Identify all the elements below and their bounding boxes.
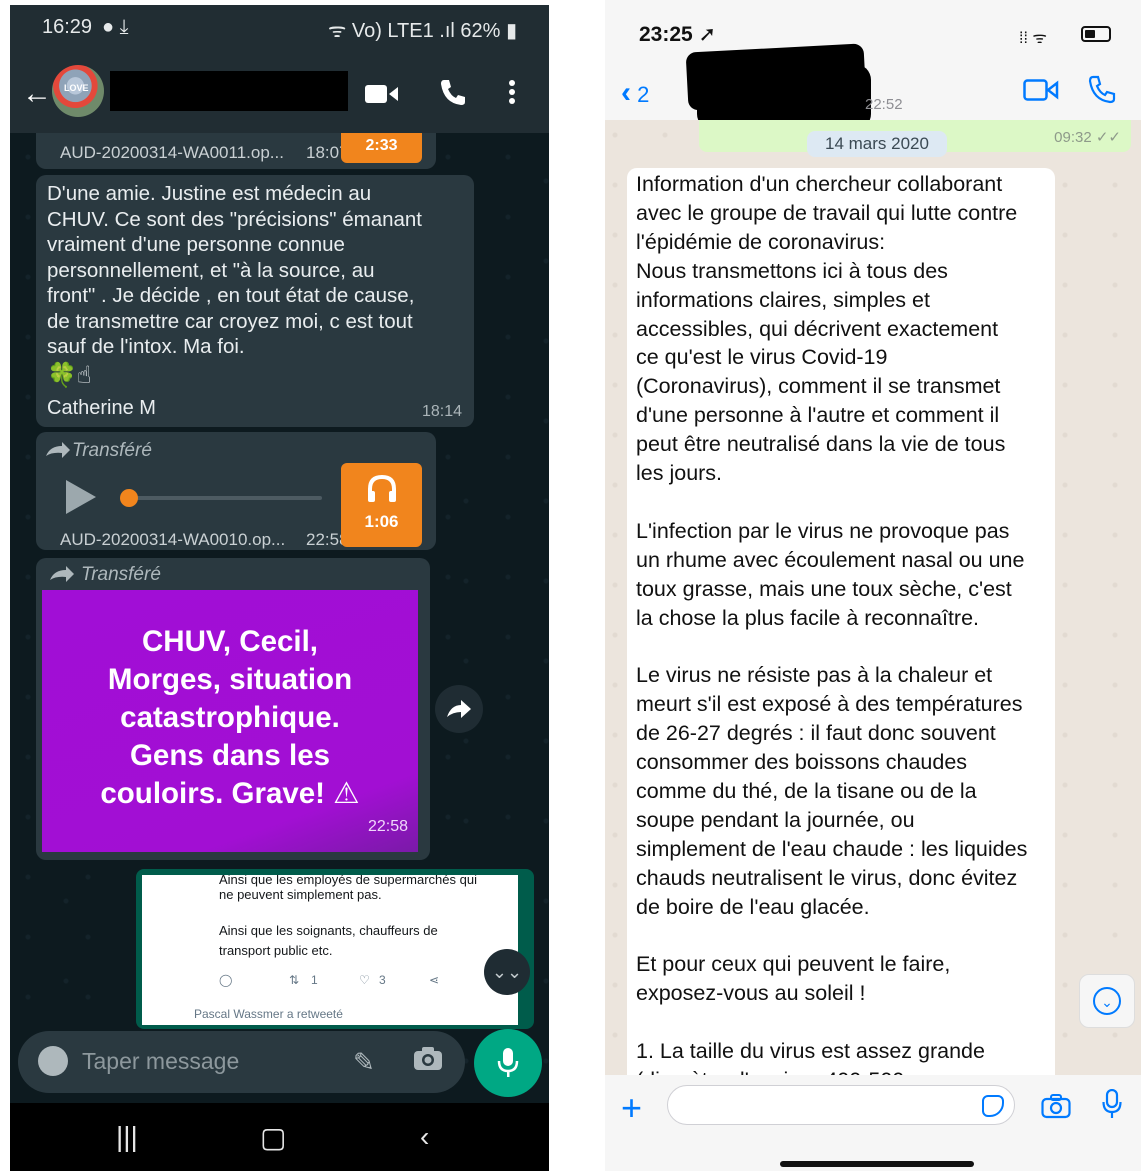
forwarded-label: Transféré [81, 564, 161, 585]
forward-share-button[interactable] [435, 685, 483, 733]
message-input-bar[interactable]: Taper message ✎ [18, 1031, 465, 1093]
redacted-contact-name[interactable] [110, 71, 348, 111]
nav-back-icon[interactable]: ‹ [420, 1121, 429, 1153]
retweeted-by: Pascal Wassmer a retweeté [194, 1007, 343, 1021]
message-input[interactable] [667, 1085, 1015, 1125]
audio-filename: AUD-20200314-WA0010.op... [60, 530, 286, 549]
last-seen-time: 22:52 [865, 96, 903, 113]
ios-status-bar: 23:25 ➚ ⁞⁞ ᯤ [605, 0, 1141, 60]
back-arrow-icon[interactable]: ← [22, 77, 52, 111]
contact-avatar[interactable]: LOVE [52, 65, 104, 117]
audio-progress-knob[interactable] [120, 489, 138, 507]
chat-header: ← LOVE [10, 49, 549, 133]
battery-icon [1081, 26, 1111, 42]
play-icon[interactable] [66, 480, 96, 514]
chevron-down-icon: ⌄ [1093, 987, 1121, 1015]
message-author: Catherine M [47, 397, 156, 419]
message-time: 18:14 [421, 403, 462, 420]
forwarded-label: Transféré [72, 440, 152, 461]
avatar-text: LOVE [64, 83, 89, 93]
camera-icon[interactable] [413, 1045, 443, 1071]
tweet-text-line: Ainsi que les employés de supermarchés q… [219, 875, 477, 887]
voice-record-button[interactable] [474, 1029, 542, 1097]
tweet-text-line: Ainsi que les soignants, chauffeurs de [219, 923, 438, 938]
forwarded-image-message[interactable]: Transféré CHUV, Cecil, Morges, situation… [36, 558, 430, 860]
signal-wifi-icon: ⁞⁞ ᯤ [1019, 30, 1047, 47]
emoji-icon[interactable] [38, 1046, 68, 1076]
outgoing-image-message[interactable]: Ainsi que les employés de supermarchés q… [136, 869, 534, 1029]
audio-progress-track[interactable] [136, 496, 322, 500]
incoming-text-message[interactable]: Information d'un chercheur collaborant a… [627, 168, 1055, 1092]
back-button[interactable]: ‹ 2 [621, 76, 649, 110]
chevron-left-icon: ‹ [621, 76, 631, 109]
unread-count: 2 [637, 82, 650, 107]
headphones-icon [341, 474, 422, 508]
home-icon[interactable]: ▢ [260, 1121, 286, 1154]
scroll-to-bottom-button[interactable]: ⌄⌄ [484, 949, 530, 995]
tweet-screenshot: Ainsi que les employés de supermarchés q… [142, 875, 518, 1025]
ios-whatsapp-screen: 23:25 ➚ ⁞⁞ ᯤ ‹ 2 22:52 09:32 ✓✓ 14 mars … [605, 0, 1141, 1171]
microphone-icon[interactable] [1102, 1089, 1122, 1119]
tweet-text-line: transport public etc. [219, 943, 333, 958]
retweet-count: 1 [311, 973, 318, 987]
home-indicator [780, 1161, 974, 1167]
camera-icon[interactable] [1041, 1093, 1071, 1119]
video-call-icon[interactable] [365, 83, 399, 105]
status-time: 23:25 ➚ [639, 23, 717, 46]
android-whatsapp-screen: 16:29 ● ⤓ ᯤ Vo) LTE1 .ıl 62% ▮ ← LOVE AU… [10, 5, 549, 1171]
video-call-icon[interactable] [1023, 78, 1059, 102]
attach-paperclip-icon[interactable]: ✎ [353, 1047, 375, 1078]
android-navigation-bar: ||| ▢ ‹ [10, 1103, 549, 1171]
sticker-icon[interactable] [982, 1095, 1004, 1117]
scroll-to-bottom-button[interactable]: ⌄ [1079, 974, 1135, 1028]
like-icon: ♡ [359, 973, 370, 987]
status-time: 16:29 [42, 16, 93, 38]
chat-header: ‹ 2 22:52 [605, 43, 1141, 130]
share-arrow-icon [447, 700, 471, 718]
audio-file-badge: 1:06 [341, 463, 422, 547]
audio-duration-badge: 2:33 [341, 133, 422, 163]
forwarded-icon [46, 442, 70, 458]
reply-icon: ◯ [219, 973, 233, 987]
message-body: Information d'un chercheur collaborant a… [636, 172, 1028, 1092]
plus-icon[interactable]: + [621, 1087, 642, 1129]
image-text: CHUV, Cecil, Morges, situation catastrop… [100, 625, 360, 810]
forwarded-icon [50, 566, 74, 582]
double-chevron-down-icon: ⌄⌄ [491, 962, 523, 982]
text-message[interactable]: D'une amie. Justine est médecin au CHUV.… [36, 175, 474, 427]
message-time: 09:32 ✓✓ [1054, 129, 1121, 146]
message-emoji: 🍀☝ [47, 362, 92, 389]
recent-apps-icon[interactable]: ||| [116, 1121, 138, 1153]
message-input-bar: + [605, 1075, 1141, 1171]
tweet-actions: ◯ ⇅ 1 ♡ 3 ⋖ [219, 973, 469, 993]
share-icon: ⋖ [429, 973, 440, 987]
audio-filename: AUD-20200314-WA0011.op... [60, 143, 284, 162]
date-separator: 14 mars 2020 [807, 131, 947, 157]
microphone-icon [497, 1048, 519, 1077]
forwarded-image[interactable]: CHUV, Cecil, Morges, situation catastrop… [42, 590, 418, 852]
more-options-icon[interactable] [508, 79, 516, 105]
android-status-bar: 16:29 ● ⤓ ᯤ Vo) LTE1 .ıl 62% ▮ [10, 5, 549, 49]
message-input-placeholder[interactable]: Taper message [82, 1048, 239, 1075]
status-notification-icons: ● ⤓ [102, 16, 129, 38]
retweet-icon: ⇅ [289, 973, 300, 987]
like-count: 3 [379, 973, 386, 987]
status-system-icons: ᯤ Vo) LTE1 .ıl 62% ▮ [328, 20, 517, 42]
phone-call-icon[interactable] [438, 77, 468, 107]
audio-duration: 1:06 [364, 512, 399, 531]
tweet-text-line: ne peuvent simplement pas. [219, 887, 382, 902]
message-body: D'une amie. Justine est médecin au CHUV.… [47, 182, 423, 358]
message-time: 22:58 [367, 818, 408, 835]
phone-call-icon[interactable] [1087, 74, 1117, 104]
